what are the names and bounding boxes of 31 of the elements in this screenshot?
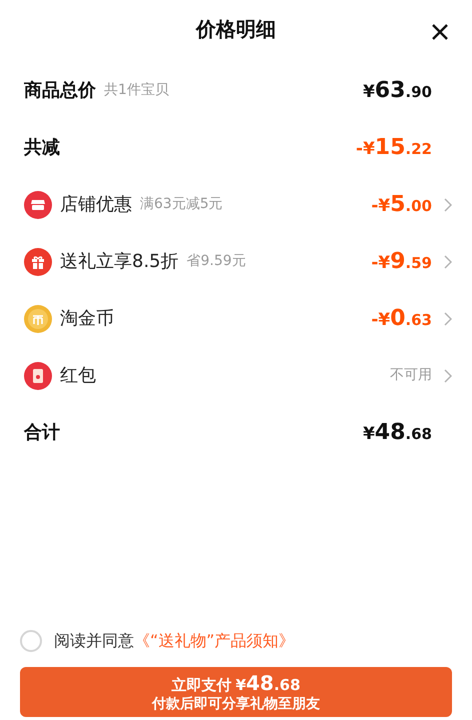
chevron-right-icon (444, 198, 452, 212)
row-amount: -¥0.63 (371, 305, 432, 333)
row-label: 商品总价 (24, 79, 96, 103)
row-label: 淘金币 (60, 307, 114, 331)
chevron-right-icon (444, 312, 452, 326)
close-icon[interactable] (431, 23, 449, 41)
row-note: 共1件宝贝 (104, 81, 169, 100)
row-status: 不可用 (390, 366, 432, 385)
agreement-link[interactable]: 《“送礼物”产品须知》 (134, 629, 295, 653)
chevron-right-icon (444, 254, 452, 268)
row-amount: -¥5.00 (371, 191, 432, 219)
gift-icon (24, 248, 52, 276)
row-note: 满63元减5元 (140, 195, 223, 214)
coin-icon (24, 304, 52, 332)
sheet-title: 价格明细 (196, 16, 276, 43)
row-label: 店铺优惠 (60, 193, 132, 217)
shop-icon (24, 190, 52, 218)
agreement-text: 阅读并同意 (54, 630, 134, 652)
row-amount: ¥63.90 (362, 77, 432, 105)
row-amount: -¥15.22 (356, 134, 432, 162)
row-amount: ¥48.68 (362, 419, 432, 447)
row-label: 红包 (60, 364, 96, 388)
pay-button[interactable]: 立即支付 ¥48.68 付款后即可分享礼物至朋友 (20, 667, 452, 717)
row-note: 省9.59元 (186, 252, 246, 271)
row-label: 共减 (24, 136, 60, 160)
chevron-right-icon (444, 368, 452, 382)
envelope-icon (24, 362, 52, 390)
agree-checkbox[interactable] (20, 630, 42, 652)
row-label: 合计 (24, 421, 60, 445)
row-amount: -¥9.59 (371, 248, 432, 276)
row-label: 送礼立享8.5折 (60, 250, 179, 274)
